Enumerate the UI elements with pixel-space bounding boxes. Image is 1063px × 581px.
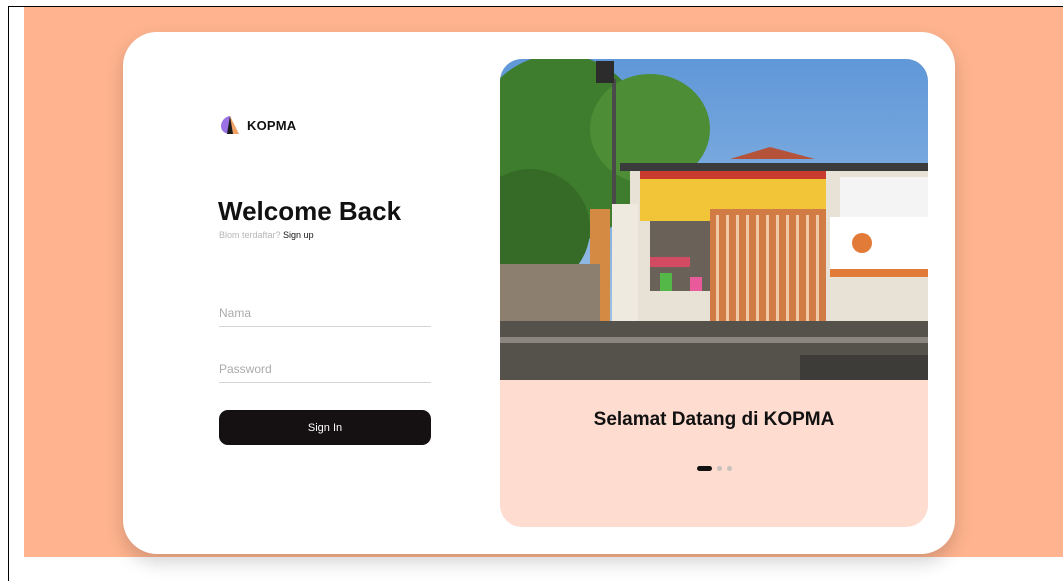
welcome-carousel: Selamat Datang di KOPMA — [500, 59, 928, 527]
name-input[interactable] — [219, 302, 431, 327]
carousel-caption: Selamat Datang di KOPMA — [593, 409, 835, 430]
password-input[interactable] — [219, 358, 431, 383]
brand-name: KOPMA — [247, 117, 297, 133]
signup-prompt-text: Blom terdaftar? — [219, 230, 281, 240]
kopma-logo-icon — [221, 116, 239, 134]
signup-prompt: Blom terdaftar? Sign up — [219, 230, 314, 240]
carousel-dot-2[interactable] — [716, 466, 722, 471]
signup-link[interactable]: Sign up — [283, 230, 314, 240]
carousel-indicators — [500, 466, 928, 471]
page-title: Welcome Back — [218, 196, 402, 226]
login-card: KOPMA Welcome Back Blom terdaftar? Sign … — [123, 32, 955, 554]
kopma-storefront-photo — [500, 59, 928, 380]
carousel-dot-1[interactable] — [696, 466, 712, 471]
carousel-dot-3[interactable] — [726, 466, 732, 471]
brand-logo[interactable]: KOPMA — [219, 114, 296, 136]
sign-in-button[interactable]: Sign In — [219, 410, 431, 445]
